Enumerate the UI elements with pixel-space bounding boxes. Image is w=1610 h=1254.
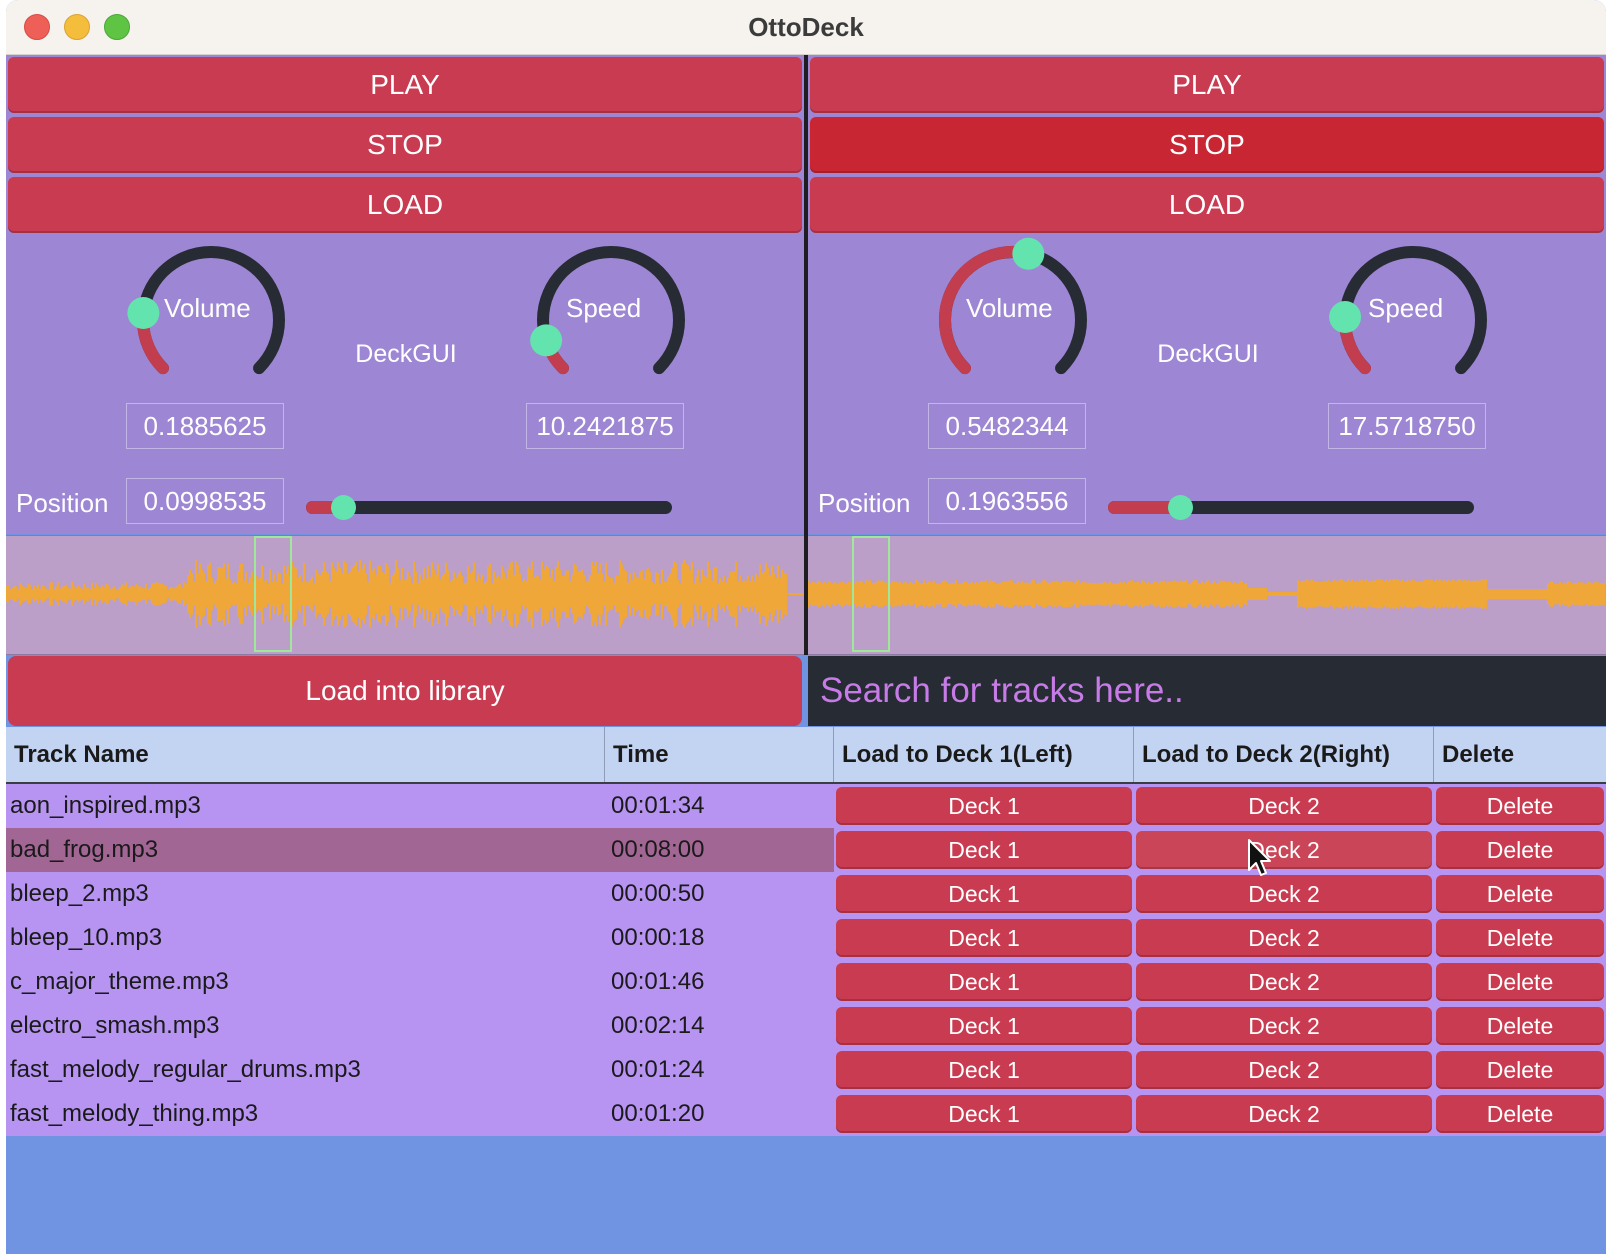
load-deck-1-button[interactable]: Deck 1	[836, 963, 1132, 1001]
deck-2-waveform-graphic	[808, 579, 1605, 609]
column-header-load-deck-2[interactable]: Load to Deck 2(Right)	[1134, 727, 1434, 782]
deck-1-volume-value[interactable]: 0.1885625	[126, 403, 284, 449]
deck-1-position-slider-thumb[interactable]	[330, 495, 356, 520]
deck-1-position-value[interactable]: 0.0998535	[126, 478, 284, 524]
load-deck-2-button[interactable]: Deck 2	[1136, 919, 1432, 957]
deck-1: PLAY STOP LOAD Volume DeckGUI Speed 0.18…	[6, 55, 804, 534]
deck-1-speed-value[interactable]: 10.2421875	[526, 403, 684, 449]
deck-2-speed-label: Speed	[1368, 293, 1444, 323]
load-deck-2-button[interactable]: Deck 2	[1136, 1051, 1432, 1089]
delete-track-button[interactable]: Delete	[1436, 831, 1604, 869]
table-row[interactable]: bad_frog.mp3 00:08:00 Deck 1 Deck 2 Dele…	[6, 828, 1606, 872]
deck-1-position-slider[interactable]	[306, 495, 672, 520]
deck-2-playhead	[852, 536, 890, 652]
deck-1-waveform[interactable]	[6, 535, 804, 655]
delete-track-button[interactable]: Delete	[1436, 963, 1604, 1001]
knob-thumb[interactable]	[1012, 237, 1045, 270]
load-deck-1-button[interactable]: Deck 1	[836, 919, 1132, 957]
delete-track-button[interactable]: Delete	[1436, 1095, 1604, 1133]
deck-2-load-button[interactable]: LOAD	[810, 177, 1604, 233]
table-row[interactable]: fast_melody_thing.mp3 00:01:20 Deck 1 De…	[6, 1092, 1606, 1136]
table-row[interactable]: bleep_10.mp3 00:00:18 Deck 1 Deck 2 Dele…	[6, 916, 1606, 960]
deck-2-volume-value[interactable]: 0.5482344	[928, 403, 1086, 449]
track-name-cell: bleep_10.mp3	[10, 924, 163, 951]
deck-1-playhead	[254, 536, 292, 652]
deck-2-position-slider[interactable]	[1108, 495, 1474, 520]
load-deck-1-button[interactable]: Deck 1	[836, 831, 1132, 869]
deck-2-component-label: DeckGUI	[1157, 340, 1259, 368]
track-name-cell: c_major_theme.mp3	[10, 968, 229, 995]
load-deck-1-button[interactable]: Deck 1	[836, 1007, 1132, 1045]
deck-2-waveform[interactable]	[808, 535, 1606, 655]
delete-track-button[interactable]: Delete	[1436, 919, 1604, 957]
delete-track-button[interactable]: Delete	[1436, 875, 1604, 913]
deck-1-waveform-graphic	[6, 560, 803, 628]
track-time-cell: 00:01:46	[611, 968, 705, 995]
deck-2-play-button[interactable]: PLAY	[810, 57, 1604, 113]
track-name-cell: fast_melody_thing.mp3	[10, 1100, 259, 1127]
track-time-cell: 00:00:18	[611, 924, 705, 951]
deck-1-volume-label: Volume	[164, 293, 251, 323]
track-time-cell: 00:02:14	[611, 1012, 705, 1039]
track-name-cell: bleep_2.mp3	[10, 880, 149, 907]
track-time-cell: 00:01:34	[611, 792, 705, 819]
waveform-path	[808, 579, 1605, 609]
deck-2-position-value[interactable]: 0.1963556	[928, 478, 1086, 524]
deck-2-speed-value[interactable]: 17.5718750	[1328, 403, 1486, 449]
delete-track-button[interactable]: Delete	[1436, 1051, 1604, 1089]
load-into-library-button[interactable]: Load into library	[8, 656, 802, 726]
load-deck-1-button[interactable]: Deck 1	[836, 875, 1132, 913]
title-bar: OttoDeck	[6, 0, 1606, 55]
delete-track-button[interactable]: Delete	[1436, 1007, 1604, 1045]
deck-2: PLAY STOP LOAD Volume DeckGUI Speed 0.54…	[808, 55, 1606, 534]
load-deck-2-button[interactable]: Deck 2	[1136, 831, 1432, 869]
load-deck-2-button[interactable]: Deck 2	[1136, 1007, 1432, 1045]
track-time-cell: 00:00:50	[611, 880, 705, 907]
table-row[interactable]: electro_smash.mp3 00:02:14 Deck 1 Deck 2…	[6, 1004, 1606, 1048]
load-deck-1-button[interactable]: Deck 1	[836, 787, 1132, 825]
knob-thumb[interactable]	[530, 324, 563, 357]
load-deck-2-button[interactable]: Deck 2	[1136, 787, 1432, 825]
load-deck-2-button[interactable]: Deck 2	[1136, 963, 1432, 1001]
column-header-load-deck-1[interactable]: Load to Deck 1(Left)	[834, 727, 1134, 782]
track-name-cell: electro_smash.mp3	[10, 1012, 220, 1039]
table-row[interactable]: c_major_theme.mp3 00:01:46 Deck 1 Deck 2…	[6, 960, 1606, 1004]
delete-track-button[interactable]: Delete	[1436, 787, 1604, 825]
deck-2-position-label: Position	[818, 488, 911, 518]
deck-2-volume-label: Volume	[966, 293, 1053, 323]
table-row[interactable]: bleep_2.mp3 00:00:50 Deck 1 Deck 2 Delet…	[6, 872, 1606, 916]
track-name-cell: fast_melody_regular_drums.mp3	[10, 1056, 361, 1083]
track-time-cell: 00:01:24	[611, 1056, 705, 1083]
waveform-path	[6, 560, 803, 628]
window-title: OttoDeck	[748, 12, 864, 42]
load-deck-1-button[interactable]: Deck 1	[836, 1051, 1132, 1089]
table-row[interactable]: fast_melody_regular_drums.mp3 00:01:24 D…	[6, 1048, 1606, 1092]
track-time-cell: 00:01:20	[611, 1100, 705, 1127]
column-header-time[interactable]: Time	[605, 727, 834, 782]
deck-2-position-slider-thumb[interactable]	[1167, 495, 1193, 520]
table-row[interactable]: aon_inspired.mp3 00:01:34 Deck 1 Deck 2 …	[6, 784, 1606, 828]
deck-2-stop-button[interactable]: STOP	[810, 117, 1604, 173]
track-time-cell: 00:08:00	[605, 828, 834, 872]
load-deck-2-button[interactable]: Deck 2	[1136, 1095, 1432, 1133]
track-name-cell: bad_frog.mp3	[6, 828, 605, 872]
playlist-table-header: Track Name Time Load to Deck 1(Left) Loa…	[6, 727, 1606, 784]
deck-1-component-label: DeckGUI	[355, 340, 457, 368]
deck-1-position-label: Position	[16, 488, 109, 518]
deck-1-stop-button[interactable]: STOP	[8, 117, 802, 173]
deck-1-speed-label: Speed	[566, 293, 642, 323]
deck-1-load-button[interactable]: LOAD	[8, 177, 802, 233]
search-input[interactable]	[808, 656, 1606, 726]
track-name-cell: aon_inspired.mp3	[10, 792, 201, 819]
app-window: OttoDeck PLAY STOP LOAD Volume DeckGUI S…	[6, 0, 1606, 1254]
column-header-delete[interactable]: Delete	[1434, 727, 1606, 782]
knob-thumb[interactable]	[127, 296, 160, 329]
mouse-cursor-icon	[1248, 839, 1271, 876]
deck-1-play-button[interactable]: PLAY	[8, 57, 802, 113]
load-deck-2-button[interactable]: Deck 2	[1136, 875, 1432, 913]
knob-thumb[interactable]	[1329, 301, 1362, 334]
load-deck-1-button[interactable]: Deck 1	[836, 1095, 1132, 1133]
column-header-track-name[interactable]: Track Name	[6, 727, 605, 782]
